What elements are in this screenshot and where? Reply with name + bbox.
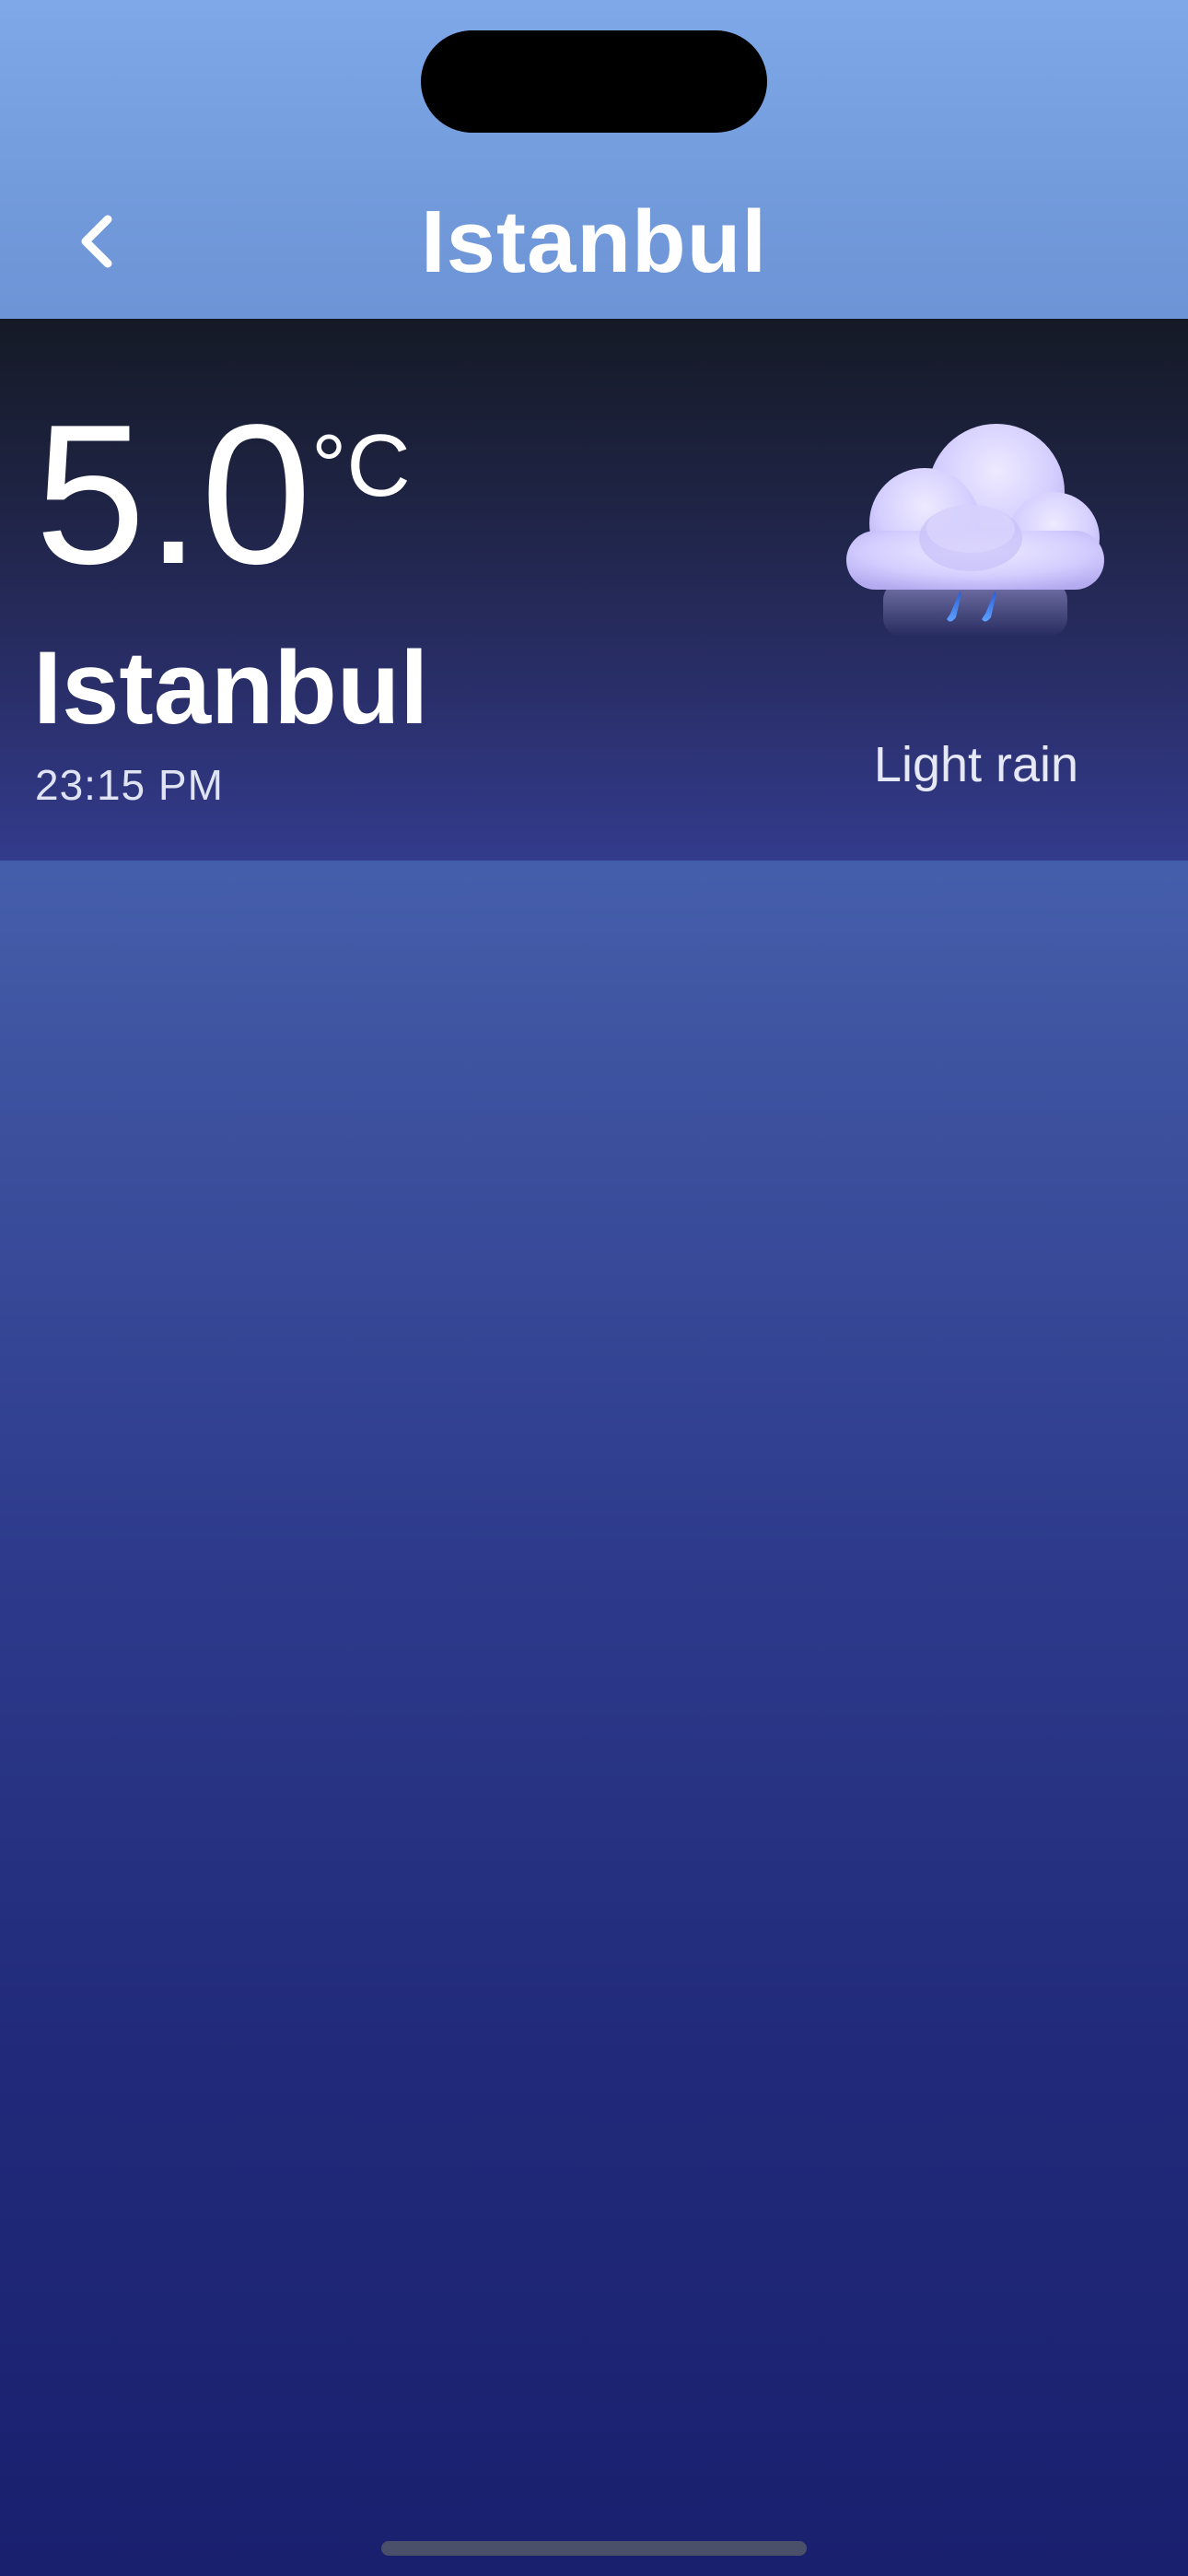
current-weather-card: 5.0 °C Istanbul 23:15 PM Light rain bbox=[0, 319, 1188, 861]
navigation-bar: Istanbul bbox=[0, 0, 1188, 319]
temperature-unit: °C bbox=[311, 416, 411, 515]
page-title: Istanbul bbox=[420, 193, 767, 291]
weather-condition: Light rain bbox=[873, 737, 1079, 792]
temperature-value: 5.0 bbox=[35, 382, 312, 605]
home-indicator[interactable] bbox=[381, 2541, 807, 2556]
light-rain-cloud-icon bbox=[846, 424, 1104, 637]
dynamic-island bbox=[421, 30, 767, 133]
city-name: Istanbul bbox=[33, 630, 429, 745]
local-time: 23:15 PM bbox=[35, 761, 224, 809]
